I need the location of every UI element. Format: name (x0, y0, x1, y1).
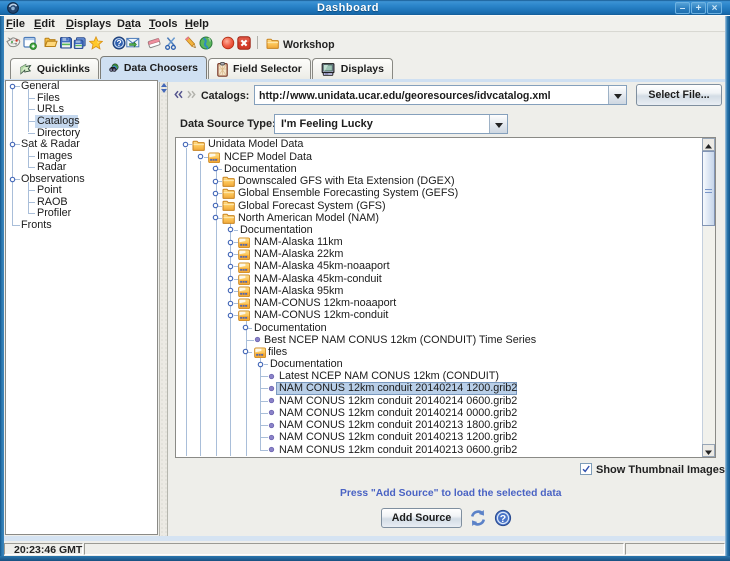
svg-text:?: ? (116, 38, 121, 48)
svg-text:?: ? (500, 513, 506, 525)
